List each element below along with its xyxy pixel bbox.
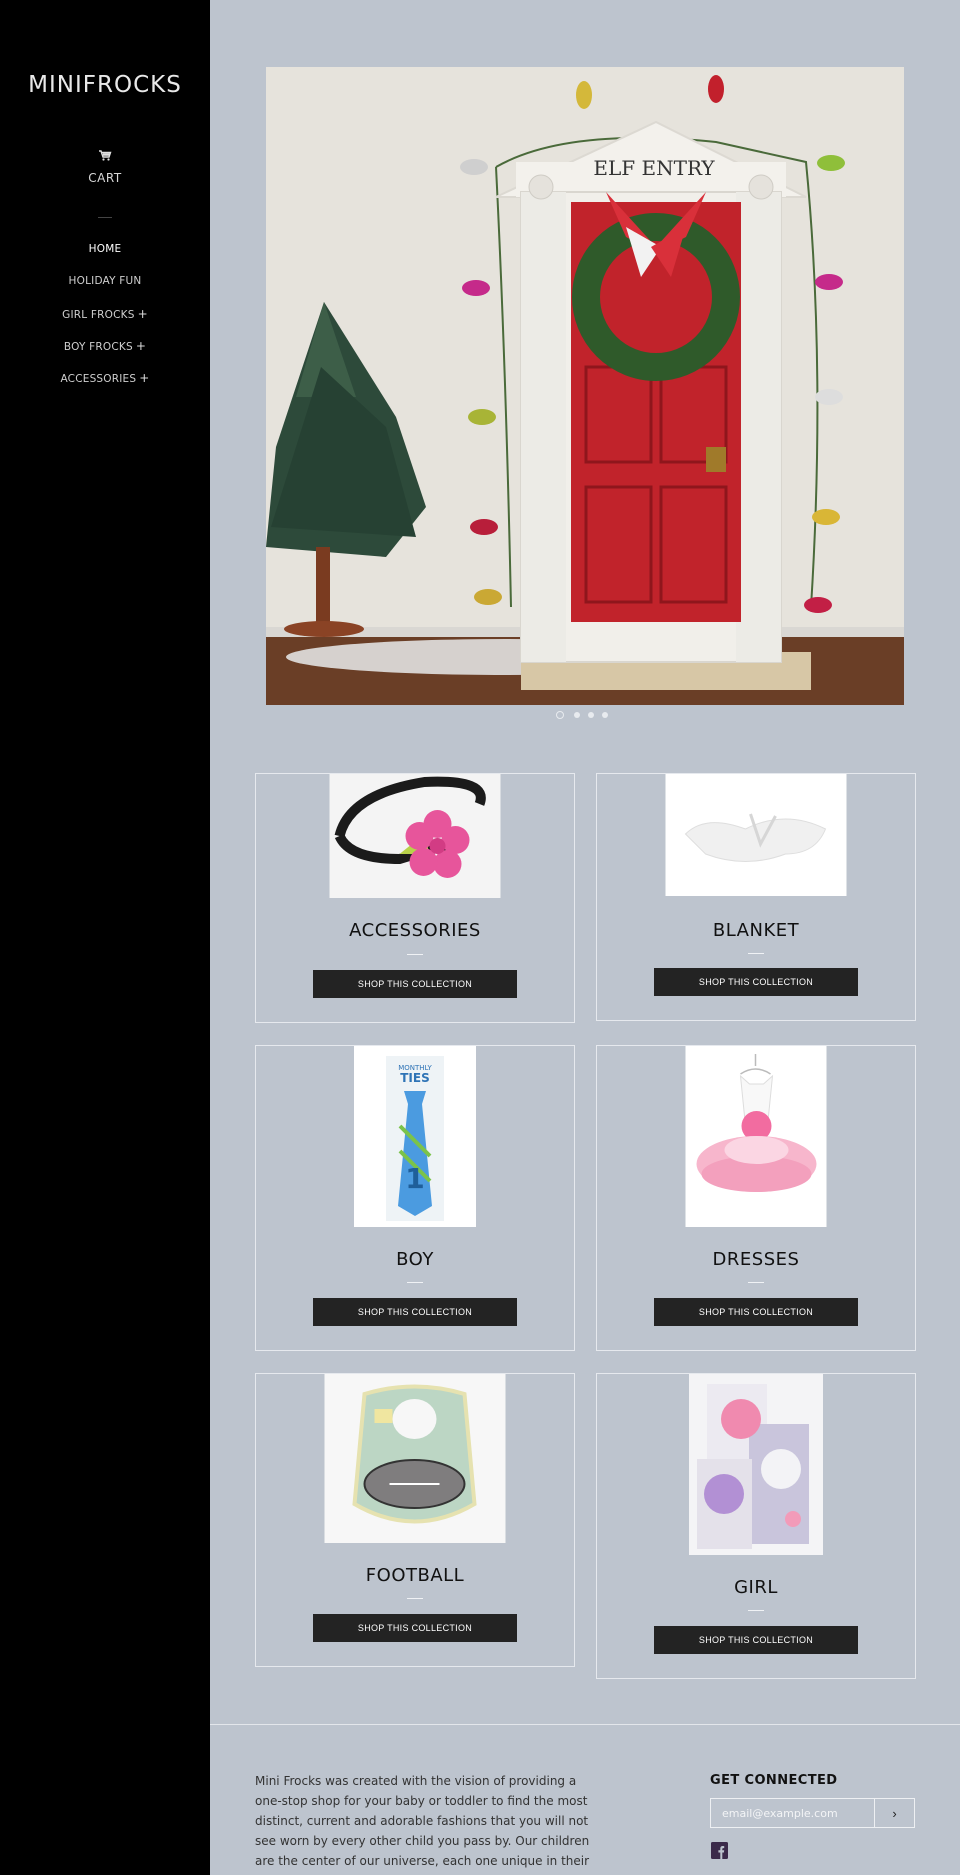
collection-title[interactable]: ACCESSORIES	[256, 920, 574, 941]
expand-icon[interactable]: +	[139, 371, 149, 385]
shop-collection-button[interactable]: SHOP THIS COLLECTION	[313, 970, 517, 998]
about-text: Mini Frocks was created with the vision …	[255, 1774, 590, 1868]
slide-dot-3[interactable]	[588, 712, 594, 718]
nav-item-accessories[interactable]: ACCESSORIES +	[0, 371, 210, 403]
collection-image-girl[interactable]	[689, 1374, 823, 1555]
slideshow-dots	[556, 711, 616, 721]
hero-image-elf-door: ELF ENTRY	[266, 67, 904, 705]
collection-image-football[interactable]	[324, 1374, 506, 1543]
shop-collection-button[interactable]: SHOP THIS COLLECTION	[313, 1298, 517, 1326]
nav-item-holiday-fun[interactable]: HOLIDAY FUN	[0, 275, 210, 307]
collection-title[interactable]: DRESSES	[597, 1249, 915, 1270]
collection-card-dresses[interactable]: DRESSES SHOP THIS COLLECTION	[596, 1045, 916, 1351]
title-divider	[748, 953, 764, 954]
cart-icon	[99, 150, 112, 161]
get-connected-heading: GET CONNECTED	[710, 1773, 838, 1788]
footer-divider	[210, 1724, 960, 1725]
collection-title[interactable]: GIRL	[597, 1577, 915, 1598]
sidebar: MINIFROCKS CART HOME HOLIDAY FUN GIRL FR…	[0, 0, 210, 1875]
title-divider	[748, 1610, 764, 1611]
title-divider	[407, 1598, 423, 1599]
expand-icon[interactable]: +	[136, 339, 146, 353]
shop-collection-button[interactable]: SHOP THIS COLLECTION	[654, 968, 858, 996]
shop-collection-button[interactable]: SHOP THIS COLLECTION	[654, 1626, 858, 1654]
collection-card-girl[interactable]: GIRL SHOP THIS COLLECTION	[596, 1373, 916, 1679]
title-divider	[407, 1282, 423, 1283]
shop-collection-button[interactable]: SHOP THIS COLLECTION	[313, 1614, 517, 1642]
collection-title[interactable]: FOOTBALL	[256, 1565, 574, 1586]
newsletter-form: ›	[710, 1798, 915, 1828]
collection-title[interactable]: BOY	[256, 1249, 574, 1270]
slide-dot-4[interactable]	[602, 712, 608, 718]
collection-image-boy[interactable]: MONTHLY TIES 1	[354, 1046, 476, 1227]
svg-text:1: 1	[405, 1162, 424, 1195]
title-divider	[407, 954, 423, 955]
facebook-icon[interactable]	[711, 1842, 728, 1859]
expand-icon[interactable]: +	[138, 307, 148, 321]
collection-card-boy[interactable]: MONTHLY TIES 1 BOY SHOP THIS COLLECTION	[255, 1045, 575, 1351]
collection-card-accessories[interactable]: ACCESSORIES SHOP THIS COLLECTION	[255, 773, 575, 1023]
site-logo[interactable]: MINIFROCKS	[0, 72, 210, 98]
svg-text:TIES: TIES	[400, 1071, 430, 1085]
cart-label: CART	[88, 171, 122, 185]
slide-dot-1[interactable]	[556, 711, 564, 719]
collection-title[interactable]: BLANKET	[597, 920, 915, 941]
collection-card-football[interactable]: FOOTBALL SHOP THIS COLLECTION	[255, 1373, 575, 1667]
shop-collection-button[interactable]: SHOP THIS COLLECTION	[654, 1298, 858, 1326]
hero-slideshow[interactable]: ELF ENTRY	[266, 67, 904, 705]
nav-item-home[interactable]: HOME	[0, 243, 210, 275]
collection-card-blanket[interactable]: BLANKET SHOP THIS COLLECTION	[596, 773, 916, 1021]
nav-item-girl-frocks[interactable]: GIRL FROCKS +	[0, 307, 210, 339]
collection-image-dresses[interactable]	[685, 1046, 827, 1227]
newsletter-submit-button[interactable]: ›	[875, 1799, 914, 1827]
cart-link[interactable]: CART	[0, 148, 210, 185]
door-sign-text: ELF ENTRY	[593, 156, 715, 180]
main-nav: HOME HOLIDAY FUN GIRL FROCKS + BOY FROCKS…	[0, 243, 210, 403]
collection-image-blanket[interactable]	[665, 774, 847, 896]
email-input[interactable]	[711, 1799, 875, 1827]
slide-dot-2[interactable]	[574, 712, 580, 718]
title-divider	[748, 1282, 764, 1283]
nav-item-boy-frocks[interactable]: BOY FROCKS +	[0, 339, 210, 371]
collection-image-accessories[interactable]	[329, 774, 501, 898]
sidebar-divider	[98, 217, 112, 218]
